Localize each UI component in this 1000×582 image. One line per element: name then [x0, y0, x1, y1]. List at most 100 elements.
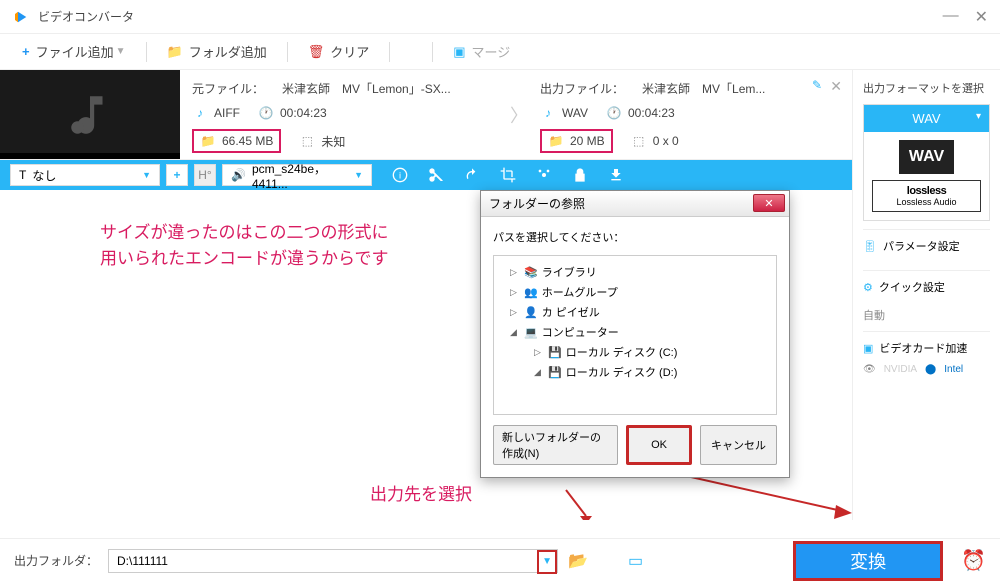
cancel-button[interactable]: キャンセル — [700, 425, 777, 465]
folder-icon: 📁 — [200, 133, 216, 149]
output-file-name: 米津玄師 MV「Lem... — [642, 80, 765, 97]
source-info: 元ファイル： 米津玄師 MV「Lemon」-SX... ♪AIFF 🕐00:04… — [180, 70, 510, 159]
quick-label: クイック設定 — [879, 279, 945, 295]
convert-button[interactable]: 変換 — [793, 541, 943, 581]
music-note-icon — [65, 90, 115, 140]
open-folder-icon[interactable]: ▭ — [628, 551, 643, 571]
close-button[interactable]: ✕ — [975, 7, 988, 27]
dialog-titlebar[interactable]: フォルダーの参照 ✕ — [481, 191, 789, 217]
gpu-accel-button[interactable]: ▣ ビデオカード加速 — [863, 331, 990, 364]
dialog-title: フォルダーの参照 — [489, 195, 585, 212]
svg-text:i: i — [399, 170, 401, 180]
merge-icon: ▣ — [453, 44, 465, 60]
divider — [287, 42, 288, 62]
clear-label: クリア — [330, 42, 369, 61]
format-selector[interactable]: WAV WAV lossless Lossless Audio — [863, 104, 990, 221]
resolution-icon: ⬚ — [631, 133, 647, 149]
codec-value: pcm_s24be，4411... — [252, 160, 348, 191]
minimize-button[interactable]: — — [943, 7, 959, 27]
selected-format[interactable]: WAV — [864, 105, 989, 132]
watermark-icon[interactable] — [572, 167, 588, 183]
param-label: パラメータ設定 — [883, 238, 960, 254]
schedule-icon[interactable]: ⏰ — [961, 548, 986, 573]
dropdown-icon[interactable]: ▼ — [116, 46, 126, 57]
main-toolbar: + ファイル追加 ▼ 📁 フォルダ追加 🗑 クリア ▣ マージ — [0, 34, 1000, 70]
sliders-icon: 🎚 — [863, 240, 877, 253]
lossless-sub: Lossless Audio — [877, 197, 976, 207]
app-logo-icon — [12, 8, 30, 26]
dialog-prompt: パスを選択してください： — [493, 229, 777, 245]
subtitle-value: なし — [32, 167, 142, 184]
output-path-field[interactable]: D:\111111 ▼ — [108, 549, 558, 573]
clock-icon: 🕐 — [258, 105, 274, 121]
new-folder-button[interactable]: 新しいフォルダーの作成(N) — [493, 425, 618, 465]
arrow-divider: 〉 — [510, 70, 528, 159]
clock-icon: 🕐 — [606, 105, 622, 121]
info-icon[interactable]: i — [392, 167, 408, 183]
lossless-badge: lossless Lossless Audio — [872, 180, 981, 212]
intel-label: Intel — [944, 364, 963, 375]
intel-icon: ⬤ — [925, 364, 936, 375]
add-folder-label: フォルダ追加 — [189, 42, 267, 61]
ok-button[interactable]: OK — [626, 425, 692, 465]
subtitle-select[interactable]: T なし ▼ — [10, 164, 160, 186]
source-format: AIFF — [214, 106, 240, 120]
content-area: サイズが違ったのはこの二つの形式に用いられたエンコードが違うからです フォルダー… — [0, 190, 852, 520]
bottom-bar: 出力フォルダ： D:\111111 ▼ 📂 ▭ 変換 ⏰ — [0, 538, 1000, 582]
resolution-icon: ⬚ — [299, 133, 315, 149]
folder-icon: 📁 — [548, 133, 564, 149]
folder-plus-icon: 📁 — [167, 44, 183, 60]
parameter-settings-button[interactable]: 🎚 パラメータ設定 — [863, 229, 990, 262]
wav-badge: WAV — [899, 140, 954, 174]
tree-item[interactable]: ◢💻コンピューター — [498, 322, 772, 342]
output-duration: 00:04:23 — [628, 106, 675, 120]
codec-select[interactable]: 🔊 pcm_s24be，4411... ▼ — [222, 164, 372, 186]
gpu-label: ビデオカード加速 — [879, 340, 967, 356]
quick-settings-button[interactable]: ⚙ クイック設定 — [863, 270, 990, 303]
path-dropdown-button[interactable]: ▼ — [537, 550, 557, 574]
tree-item[interactable]: ▷👤カ ピイゼル — [498, 302, 772, 322]
output-path-value: D:\111111 — [117, 554, 168, 568]
folder-tree[interactable]: ▷📚ライブラリ ▷👥ホームグループ ▷👤カ ピイゼル ◢💻コンピューター ▷💾ロ… — [493, 255, 777, 415]
nvidia-label: NVIDIA — [884, 364, 917, 375]
tree-item[interactable]: ◢💾ローカル ディスク (D:) — [498, 362, 772, 382]
hardware-toggle[interactable]: H° — [194, 164, 216, 186]
divider — [432, 42, 433, 62]
add-file-button[interactable]: + ファイル追加 ▼ — [14, 38, 134, 65]
merge-button[interactable]: ▣ マージ — [445, 38, 518, 65]
tree-item[interactable]: ▷💾ローカル ディスク (C:) — [498, 342, 772, 362]
browse-folder-icon[interactable]: 📂 — [568, 551, 588, 571]
crop-icon[interactable] — [500, 167, 516, 183]
chip-icon: ▣ — [863, 342, 873, 355]
clear-button[interactable]: 🗑 クリア — [300, 38, 378, 65]
tree-item[interactable]: ▷📚ライブラリ — [498, 262, 772, 282]
add-folder-button[interactable]: 📁 フォルダ追加 — [159, 38, 275, 65]
output-size: 20 MB — [570, 134, 605, 148]
download-icon[interactable] — [608, 167, 624, 183]
thumbnail[interactable] — [0, 70, 180, 159]
add-file-label: ファイル追加 — [36, 42, 114, 61]
add-subtitle-button[interactable]: + — [166, 164, 188, 186]
remove-file-button[interactable]: ✕ — [830, 78, 842, 95]
output-size-highlighted: 📁 20 MB — [540, 129, 613, 153]
edit-toolbar: T なし ▼ + H° 🔊 pcm_s24be，4411... ▼ i — [0, 160, 852, 190]
source-resolution: 未知 — [321, 133, 345, 150]
output-resolution: 0 x 0 — [653, 134, 679, 148]
divider — [389, 42, 390, 62]
edit-button[interactable]: ✎ — [812, 78, 822, 92]
gear-icon: ⚙ — [863, 281, 873, 294]
format-icon: ♪ — [540, 105, 556, 121]
annotation-arrow-1 — [556, 480, 676, 520]
source-size: 66.45 MB — [222, 134, 273, 148]
rotate-icon[interactable] — [464, 167, 480, 183]
nvidia-icon: 👁 — [863, 364, 876, 375]
cut-icon[interactable] — [428, 167, 444, 183]
tree-item[interactable]: ▷👥ホームグループ — [498, 282, 772, 302]
effects-icon[interactable] — [536, 167, 552, 183]
dialog-close-button[interactable]: ✕ — [753, 194, 785, 212]
output-file-label: 出力ファイル： — [540, 80, 624, 97]
progress-bar — [0, 153, 180, 159]
source-size-highlighted: 📁 66.45 MB — [192, 129, 281, 153]
window-controls: — ✕ — [943, 7, 988, 27]
source-file-label: 元ファイル： — [192, 80, 264, 97]
